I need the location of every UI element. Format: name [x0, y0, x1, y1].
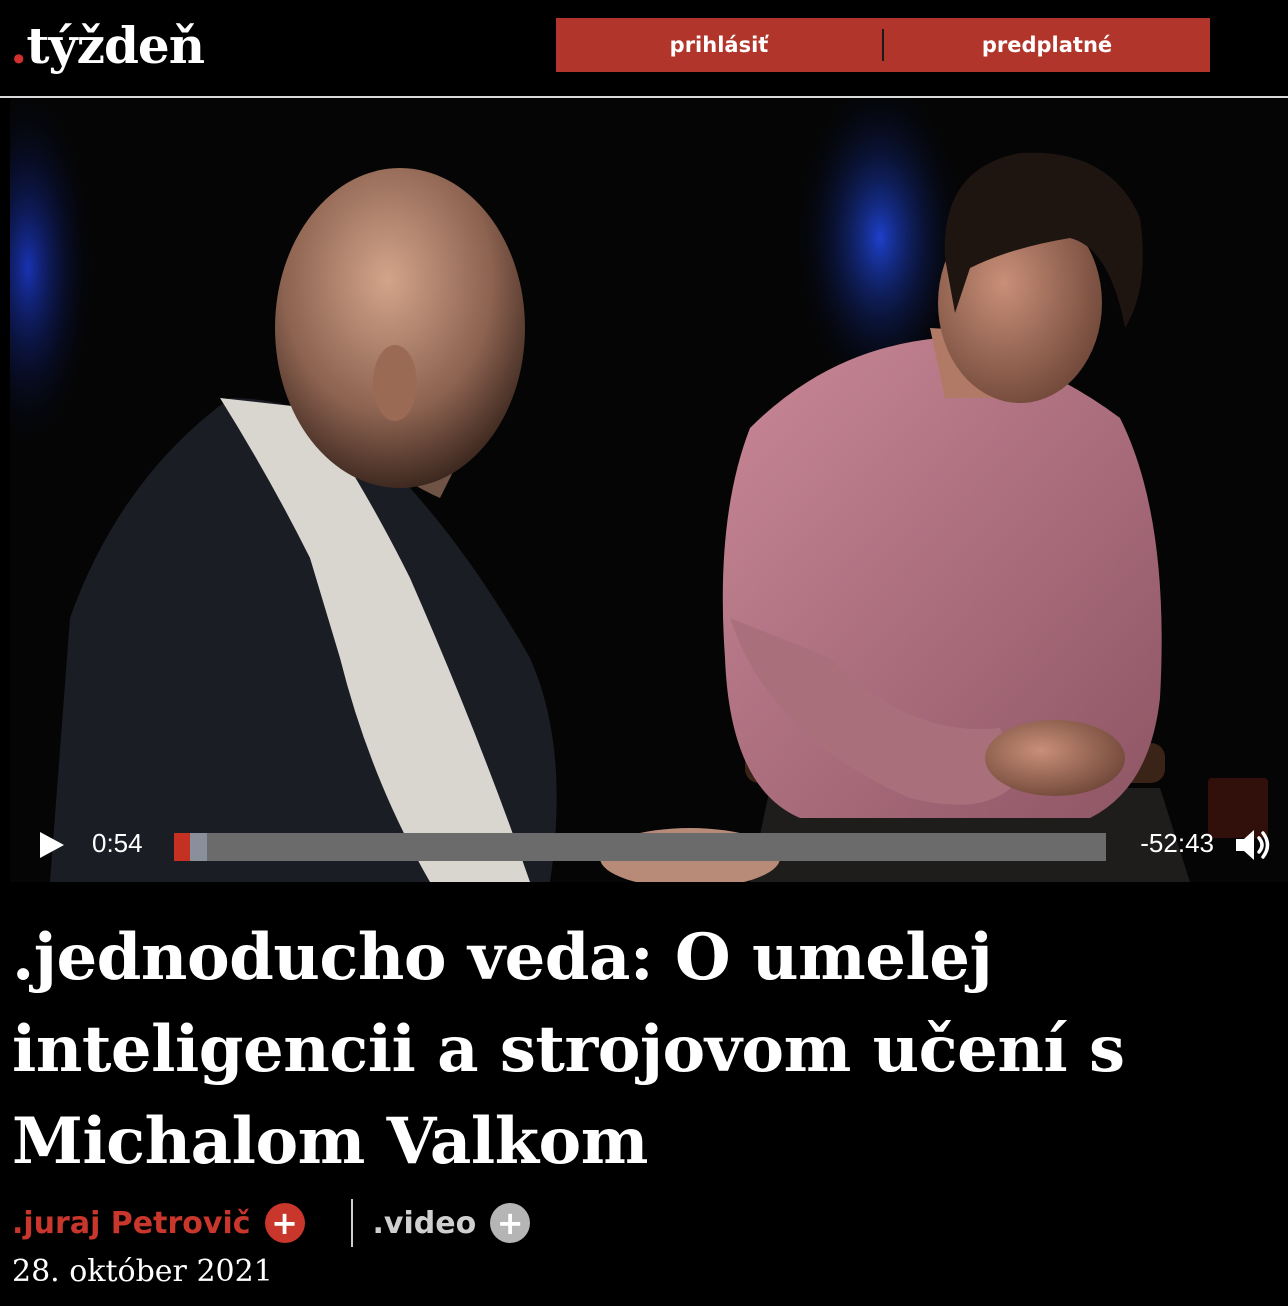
- logo-text: týždeň: [26, 16, 205, 75]
- remaining-time: -52:43: [1140, 828, 1214, 858]
- current-time: 0:54: [92, 828, 143, 858]
- meta-divider: [350, 1199, 353, 1247]
- follow-section-plus-icon[interactable]: +: [490, 1203, 531, 1243]
- volume-icon[interactable]: [1234, 828, 1272, 862]
- progress-buffered: [189, 833, 207, 861]
- site-header: .týždeň prihlásiť predplatné: [0, 0, 1288, 96]
- publish-date: 28. október 2021: [12, 1254, 273, 1289]
- video-frame: [10, 98, 1288, 882]
- video-player[interactable]: 0:54 -52:43: [10, 98, 1288, 882]
- progress-played: [174, 833, 190, 861]
- video-controls: 0:54 -52:43: [10, 822, 1288, 868]
- site-logo[interactable]: .týždeň: [10, 14, 205, 78]
- progress-bar[interactable]: [174, 833, 1106, 861]
- logo-dot: .: [10, 16, 27, 75]
- subscribe-button[interactable]: predplatné: [884, 33, 1210, 57]
- login-button[interactable]: prihlásiť: [556, 33, 882, 57]
- article-title: .jednoducho veda: O umelej inteligencii …: [12, 920, 1125, 1179]
- auth-bar: prihlásiť predplatné: [556, 18, 1210, 72]
- section-link[interactable]: .video: [373, 1206, 477, 1241]
- follow-author-plus-icon[interactable]: +: [264, 1203, 305, 1243]
- play-icon[interactable]: [40, 832, 64, 858]
- article-meta: .juraj Petrovič + .video +: [12, 1199, 531, 1247]
- author-link[interactable]: .juraj Petrovič: [12, 1206, 251, 1241]
